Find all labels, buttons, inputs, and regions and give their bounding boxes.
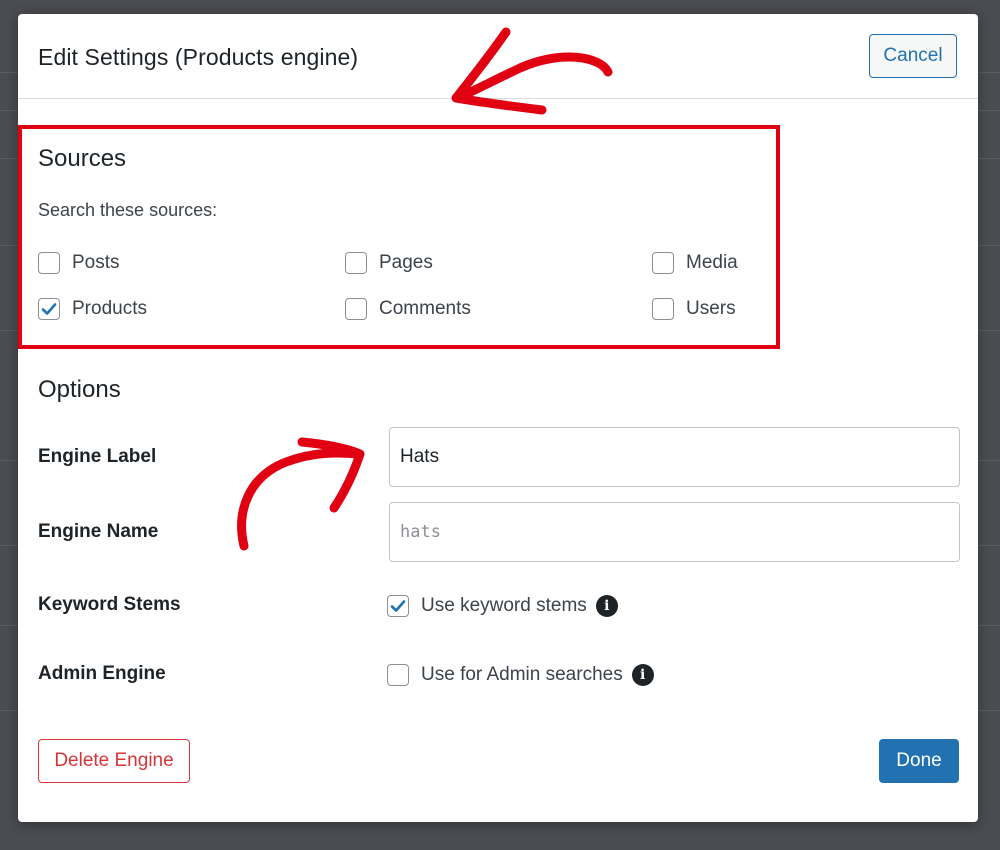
users-checkbox[interactable] — [652, 298, 674, 320]
pages-checkbox[interactable] — [345, 252, 367, 274]
source-option-users[interactable]: Users — [652, 298, 736, 320]
sources-help-text: Search these sources: — [38, 200, 218, 220]
media-label: Media — [686, 252, 738, 273]
comments-label: Comments — [379, 298, 471, 319]
options-heading: Options — [38, 376, 121, 403]
info-icon[interactable]: i — [595, 595, 618, 617]
source-option-media[interactable]: Media — [652, 252, 738, 274]
posts-label: Posts — [72, 252, 120, 273]
source-option-comments[interactable]: Comments — [345, 298, 471, 320]
users-label: Users — [686, 298, 736, 319]
checkmark-icon — [41, 303, 57, 315]
checkmark-icon — [390, 600, 406, 612]
source-option-products[interactable]: Products — [38, 298, 147, 320]
edit-settings-modal: Edit Settings (Products engine) Cancel S… — [18, 14, 978, 822]
pages-label: Pages — [379, 252, 433, 273]
delete-engine-button[interactable]: Delete Engine — [38, 739, 190, 783]
products-label: Products — [72, 298, 147, 319]
source-option-posts[interactable]: Posts — [38, 252, 120, 274]
modal-header: Edit Settings (Products engine) Cancel — [18, 14, 978, 99]
admin-engine-checkbox-label: Use for Admin searches — [421, 664, 623, 685]
admin-engine-label: Admin Engine — [38, 663, 166, 684]
engine-label-input[interactable] — [389, 427, 960, 487]
keyword-stems-checkbox-label: Use keyword stems — [421, 595, 587, 616]
cancel-button[interactable]: Cancel — [869, 34, 957, 78]
keyword-stems-label: Keyword Stems — [38, 594, 181, 615]
posts-checkbox[interactable] — [38, 252, 60, 274]
products-checkbox[interactable] — [38, 298, 60, 320]
done-button[interactable]: Done — [879, 739, 959, 783]
engine-name-label: Engine Name — [38, 521, 159, 542]
media-checkbox[interactable] — [652, 252, 674, 274]
sources-heading: Sources — [38, 145, 127, 172]
keyword-stems-option[interactable]: Use keyword stems i — [387, 595, 618, 617]
info-icon[interactable]: i — [631, 664, 654, 686]
admin-engine-checkbox[interactable] — [387, 664, 409, 686]
engine-name-input[interactable] — [389, 502, 960, 562]
admin-engine-option[interactable]: Use for Admin searches i — [387, 664, 654, 686]
modal-title: Edit Settings (Products engine) — [38, 44, 359, 70]
comments-checkbox[interactable] — [345, 298, 367, 320]
keyword-stems-checkbox[interactable] — [387, 595, 409, 617]
engine-label-label: Engine Label — [38, 446, 157, 467]
source-option-pages[interactable]: Pages — [345, 252, 433, 274]
